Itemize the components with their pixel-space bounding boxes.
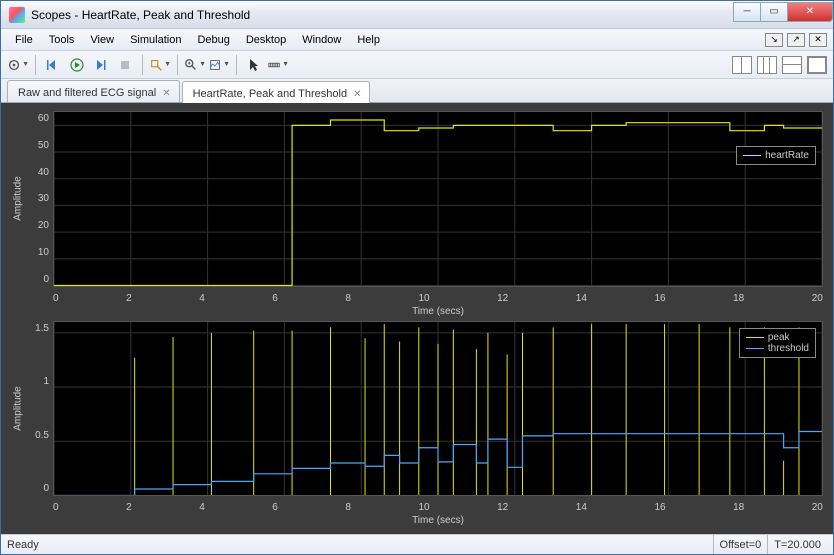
layout-1x2-button[interactable]	[757, 56, 777, 74]
legend-label: threshold	[768, 343, 809, 354]
zoom-button[interactable]: ▼	[184, 54, 206, 76]
tab-label: Raw and filtered ECG signal	[18, 87, 156, 99]
menu-desktop[interactable]: Desktop	[238, 32, 294, 48]
tab-label: HeartRate, Peak and Threshold	[193, 88, 348, 100]
menu-simulation[interactable]: Simulation	[122, 32, 189, 48]
y-ticks: 6050403020100	[27, 111, 53, 287]
tabbar: Raw and filtered ECG signal ✕ HeartRate,…	[1, 79, 833, 103]
scale-axes-button[interactable]: ▼	[208, 54, 230, 76]
tab-raw-ecg[interactable]: Raw and filtered ECG signal ✕	[7, 80, 180, 102]
statusbar: Ready Offset=0 T=20.000	[1, 534, 833, 554]
menu-tools[interactable]: Tools	[41, 32, 83, 48]
titlebar: Scopes - HeartRate, Peak and Threshold ─…	[1, 1, 833, 29]
close-icon[interactable]: ✕	[162, 88, 170, 99]
close-icon[interactable]: ✕	[353, 89, 361, 100]
y-ticks: 1.510.50	[27, 321, 53, 497]
step-forward-button[interactable]	[90, 54, 112, 76]
legend: peak threshold	[739, 328, 816, 358]
menu-window[interactable]: Window	[294, 32, 349, 48]
maximize-button[interactable]: ▭	[760, 2, 788, 22]
y-axis-label: Amplitude	[13, 386, 24, 430]
chart-heartrate: Amplitude 6050403020100 heartRate	[9, 111, 823, 287]
layout-2x2-button[interactable]	[732, 56, 752, 74]
close-button[interactable]: ✕	[787, 2, 833, 22]
legend: heartRate	[736, 146, 816, 165]
dock-undock-icon[interactable]: ↗	[787, 33, 805, 47]
run-button[interactable]	[66, 54, 88, 76]
toolbar: ▼ ▼ ▼ ▼ ▼	[1, 51, 833, 79]
menu-file[interactable]: File	[7, 32, 41, 48]
menu-help[interactable]: Help	[349, 32, 388, 48]
y-axis-label: Amplitude	[13, 177, 24, 221]
x-axis-label: Time (secs)	[53, 306, 823, 321]
layout-2x1-button[interactable]	[782, 56, 802, 74]
x-ticks: 02468101214161820	[53, 291, 823, 306]
chart-peak-threshold: Amplitude 1.510.50 peak threshold	[9, 321, 823, 497]
dock-min-icon[interactable]: ↘	[765, 33, 783, 47]
status-time: T=20.000	[767, 535, 827, 554]
status-offset: Offset=0	[713, 535, 768, 554]
highlight-button[interactable]: ▼	[149, 54, 171, 76]
plot-area: Amplitude 6050403020100 heartRate 024681…	[1, 103, 833, 534]
measurements-button[interactable]: ▼	[267, 54, 289, 76]
tab-heartrate[interactable]: HeartRate, Peak and Threshold ✕	[182, 81, 371, 103]
menubar: File Tools View Simulation Debug Desktop…	[1, 29, 833, 51]
step-back-button[interactable]	[42, 54, 64, 76]
x-axis-label: Time (secs)	[53, 515, 823, 530]
plot-canvas-1[interactable]: heartRate	[53, 111, 823, 287]
legend-label: heartRate	[765, 150, 809, 161]
x-ticks: 02468101214161820	[53, 500, 823, 515]
dock-close-icon[interactable]: ✕	[809, 33, 827, 47]
stop-button[interactable]	[114, 54, 136, 76]
layout-1x1-button[interactable]	[807, 56, 827, 74]
menu-view[interactable]: View	[82, 32, 122, 48]
status-ready: Ready	[7, 539, 39, 551]
menu-debug[interactable]: Debug	[189, 32, 237, 48]
plot-canvas-2[interactable]: peak threshold	[53, 321, 823, 497]
settings-button[interactable]: ▼	[7, 54, 29, 76]
minimize-button[interactable]: ─	[733, 2, 761, 22]
app-icon	[9, 7, 25, 23]
window-title: Scopes - HeartRate, Peak and Threshold	[31, 8, 734, 22]
legend-label: peak	[768, 332, 790, 343]
cursor-button[interactable]	[243, 54, 265, 76]
